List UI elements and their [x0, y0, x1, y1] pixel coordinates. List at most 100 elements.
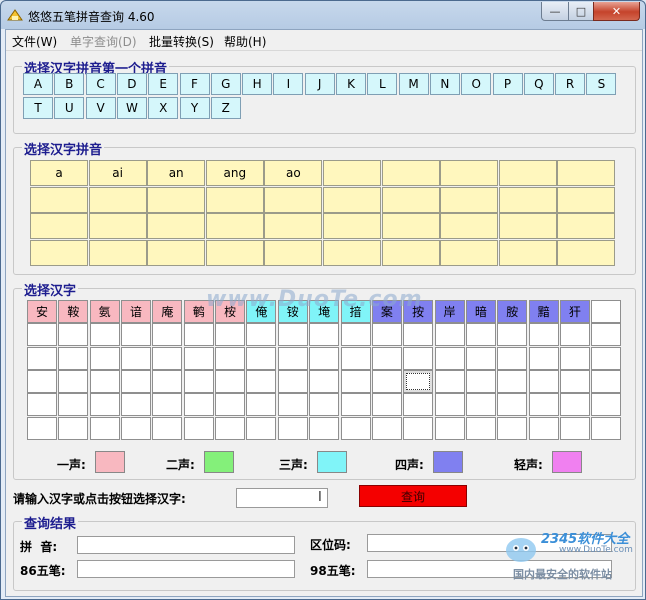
pinyin-cell[interactable] [323, 239, 381, 266]
hanzi-cell[interactable] [27, 369, 57, 393]
hanzi-cell[interactable] [215, 416, 246, 440]
hanzi-cell[interactable] [183, 393, 214, 417]
letter-button-x[interactable]: X [148, 97, 179, 119]
hanzi-cell[interactable] [277, 346, 308, 370]
hanzi-cell[interactable] [591, 346, 622, 370]
pinyin-cell[interactable] [30, 213, 88, 239]
hanzi-cell[interactable] [528, 346, 559, 370]
pinyin-cell[interactable] [498, 239, 557, 266]
maximize-button[interactable]: □ [568, 2, 594, 21]
letter-button-g[interactable]: G [210, 73, 241, 95]
pinyin-cell[interactable] [88, 186, 147, 213]
letter-button-c[interactable]: C [85, 73, 116, 95]
pinyin-cell[interactable] [498, 186, 557, 213]
hanzi-cell[interactable] [215, 346, 246, 370]
hanzi-cell[interactable] [497, 369, 528, 393]
pinyin-cell[interactable] [440, 239, 499, 266]
pinyin-cell[interactable] [147, 186, 206, 213]
hanzi-cell[interactable] [58, 416, 89, 440]
hanzi-cell[interactable] [497, 346, 528, 370]
pinyin-cell[interactable]: a [30, 160, 88, 186]
pinyin-cell[interactable] [88, 213, 147, 239]
hanzi-cell[interactable]: 安 [27, 300, 57, 323]
hanzi-cell[interactable] [434, 369, 465, 393]
hanzi-cell[interactable] [58, 369, 89, 393]
hanzi-cell[interactable] [121, 393, 152, 417]
hanzi-cell[interactable] [58, 346, 89, 370]
hanzi-cell[interactable] [309, 323, 340, 347]
hanzi-cell[interactable] [403, 369, 434, 393]
hanzi-cell[interactable] [497, 416, 528, 440]
pinyin-cell[interactable] [264, 213, 323, 239]
pinyin-cell[interactable]: ao [264, 160, 323, 186]
letter-button-b[interactable]: B [54, 73, 85, 95]
hanzi-cell[interactable] [152, 323, 183, 347]
hanzi-cell[interactable] [246, 346, 277, 370]
hanzi-cell[interactable] [183, 323, 214, 347]
letter-button-y[interactable]: Y [179, 97, 210, 119]
query-button[interactable]: 查询 [359, 485, 467, 507]
pinyin-cell[interactable]: ai [88, 160, 147, 186]
hanzi-cell[interactable] [121, 346, 152, 370]
hanzi-cell[interactable] [246, 393, 277, 417]
hanzi-cell[interactable]: 犴 [559, 300, 590, 323]
hanzi-cell[interactable] [152, 393, 183, 417]
menu-item-3[interactable]: 帮助(H) [224, 33, 266, 50]
hanzi-cell[interactable] [27, 393, 57, 417]
hanzi-cell[interactable] [591, 416, 622, 440]
hanzi-cell[interactable] [371, 369, 402, 393]
hanzi-cell[interactable] [465, 369, 496, 393]
hanzi-cell[interactable] [277, 416, 308, 440]
pinyin-cell[interactable] [557, 213, 616, 239]
hanzi-cell[interactable]: 鞍 [58, 300, 89, 323]
hanzi-cell[interactable] [434, 323, 465, 347]
letter-button-n[interactable]: N [429, 73, 460, 95]
hanzi-cell[interactable]: 谙 [121, 300, 152, 323]
hanzi-cell[interactable] [89, 369, 120, 393]
letter-button-w[interactable]: W [116, 97, 147, 119]
letter-button-o[interactable]: O [461, 73, 492, 95]
pinyin-cell[interactable] [381, 186, 440, 213]
hanzi-cell[interactable]: 胺 [497, 300, 528, 323]
menu-item-2[interactable]: 批量转换(S) [149, 33, 214, 50]
hanzi-cell[interactable] [559, 369, 590, 393]
pinyin-cell[interactable] [440, 160, 499, 186]
hanzi-cell[interactable] [403, 346, 434, 370]
pinyin-cell[interactable] [205, 186, 264, 213]
letter-button-j[interactable]: J [304, 73, 335, 95]
pinyin-cell[interactable] [323, 186, 381, 213]
hanzi-cell[interactable] [559, 346, 590, 370]
hanzi-cell[interactable] [465, 323, 496, 347]
hanzi-cell[interactable]: 暗 [465, 300, 496, 323]
hanzi-cell[interactable] [277, 369, 308, 393]
hanzi-cell[interactable]: 黯 [528, 300, 559, 323]
pinyin-cell[interactable] [264, 186, 323, 213]
letter-button-u[interactable]: U [54, 97, 85, 119]
hanzi-cell[interactable] [183, 416, 214, 440]
pinyin-cell[interactable] [440, 213, 499, 239]
hanzi-cell[interactable] [340, 323, 371, 347]
hanzi-cell[interactable] [559, 323, 590, 347]
letter-button-v[interactable]: V [85, 97, 116, 119]
hanzi-cell[interactable] [340, 393, 371, 417]
letter-button-l[interactable]: L [367, 73, 398, 95]
close-button[interactable]: ✕ [593, 2, 640, 21]
letter-button-f[interactable]: F [179, 73, 210, 95]
hanzi-cell[interactable] [89, 323, 120, 347]
hanzi-cell[interactable] [559, 416, 590, 440]
hanzi-cell[interactable] [215, 323, 246, 347]
hanzi-cell[interactable] [591, 323, 622, 347]
hanzi-cell[interactable] [27, 346, 57, 370]
hanzi-cell[interactable] [465, 393, 496, 417]
hanzi-cell[interactable] [309, 369, 340, 393]
hanzi-cell[interactable] [528, 369, 559, 393]
letter-button-z[interactable]: Z [210, 97, 241, 119]
hanzi-input[interactable]: I [236, 488, 328, 508]
hanzi-cell[interactable] [89, 393, 120, 417]
letter-button-i[interactable]: I [273, 73, 304, 95]
pinyin-cell[interactable] [264, 239, 323, 266]
pinyin-cell[interactable] [381, 213, 440, 239]
hanzi-cell[interactable] [528, 323, 559, 347]
hanzi-cell[interactable] [434, 393, 465, 417]
hanzi-cell[interactable]: 庵 [152, 300, 183, 323]
